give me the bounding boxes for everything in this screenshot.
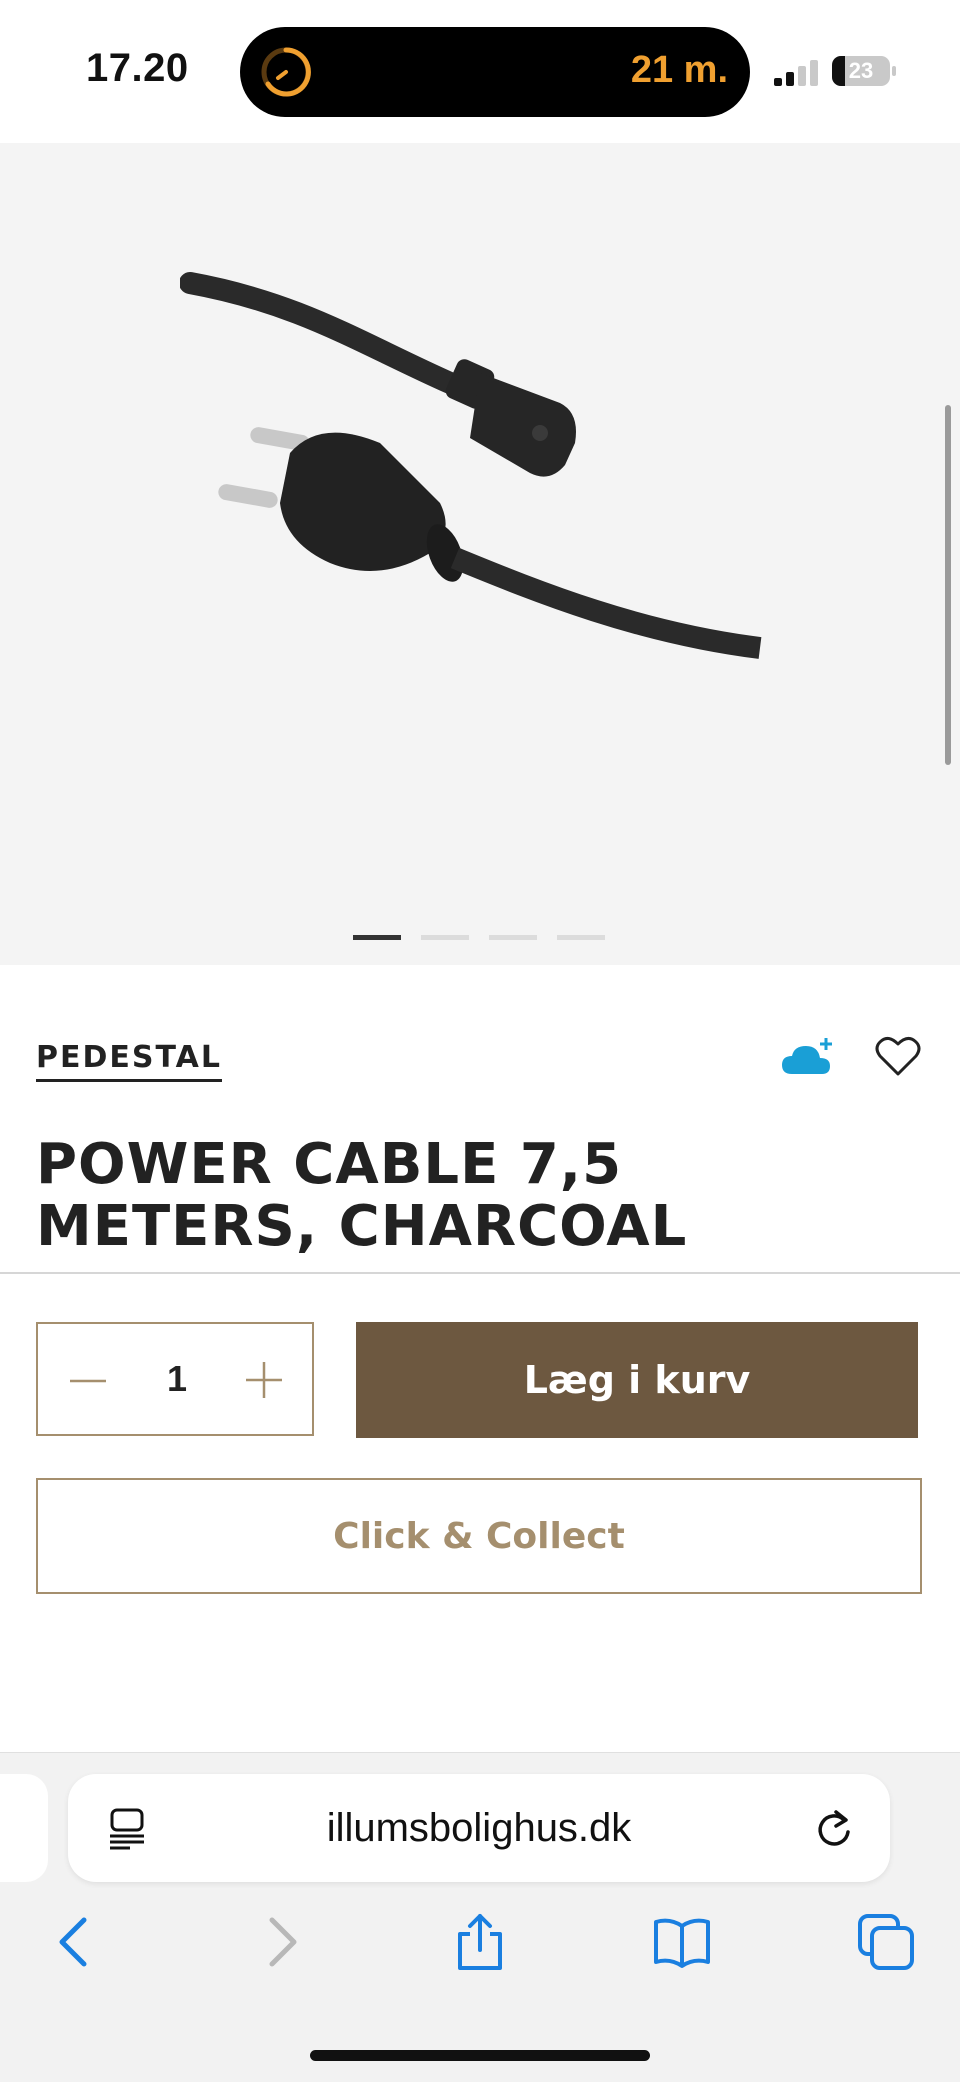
- chevron-left-icon[interactable]: [46, 1912, 106, 1972]
- pagination-dot-4[interactable]: [557, 935, 605, 940]
- battery-indicator: 23: [832, 56, 898, 88]
- brand-link[interactable]: PEDESTAL: [36, 1040, 222, 1082]
- product-gallery[interactable]: [0, 143, 960, 965]
- reload-icon[interactable]: [814, 1806, 854, 1850]
- status-bar: 17.20 21 m. 23: [0, 0, 960, 143]
- divider: [0, 1272, 960, 1274]
- cloud-add-icon[interactable]: [780, 1036, 836, 1080]
- address-bar[interactable]: illumsbolighus.dk: [68, 1774, 890, 1882]
- product-image: [180, 272, 762, 659]
- click-collect-button[interactable]: Click & Collect: [36, 1478, 922, 1594]
- timer-icon: [261, 47, 311, 97]
- tabs-icon[interactable]: [856, 1912, 916, 1972]
- activity-timer-text: 21 m.: [630, 49, 728, 91]
- pagination-dot-2[interactable]: [421, 935, 469, 940]
- status-time: 17.20: [86, 46, 189, 90]
- signal-icon: [774, 60, 818, 86]
- quantity-stepper: 1: [36, 1322, 314, 1436]
- book-icon[interactable]: [652, 1912, 712, 1972]
- url-text[interactable]: illumsbolighus.dk: [68, 1806, 890, 1851]
- share-icon[interactable]: [450, 1912, 510, 1972]
- add-to-cart-button[interactable]: Læg i kurv: [356, 1322, 918, 1438]
- pagination-dot-3[interactable]: [489, 935, 537, 940]
- gallery-pagination: [353, 935, 605, 940]
- scrollbar-thumb[interactable]: [945, 405, 951, 765]
- dynamic-island[interactable]: 21 m.: [240, 27, 750, 117]
- heart-icon[interactable]: [874, 1034, 922, 1078]
- battery-percent: 23: [848, 58, 874, 83]
- chevron-right-icon[interactable]: [250, 1912, 310, 1972]
- plus-icon[interactable]: [244, 1360, 284, 1400]
- home-indicator[interactable]: [310, 2050, 650, 2061]
- product-title: POWER CABLE 7,5 METERS, CHARCOAL: [36, 1132, 688, 1259]
- previous-tab-preview[interactable]: [0, 1774, 48, 1882]
- pagination-dot-1[interactable]: [353, 935, 401, 940]
